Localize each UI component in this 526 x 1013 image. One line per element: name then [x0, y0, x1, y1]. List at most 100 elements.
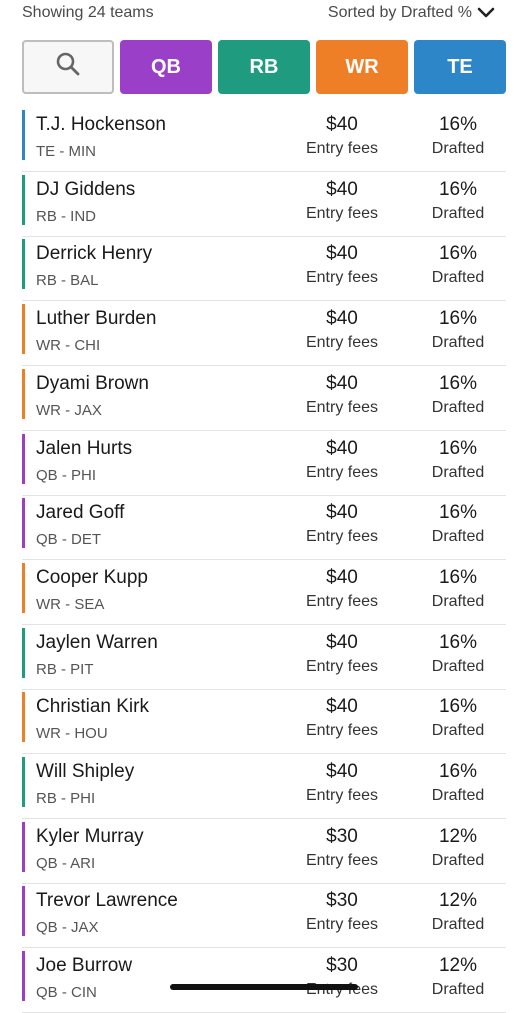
player-team: QB - DET: [36, 531, 102, 549]
player-team: WR - HOU: [36, 725, 108, 743]
drafted-label: Drafted: [431, 528, 485, 546]
search-icon: [55, 51, 81, 83]
drafted-label: Drafted: [431, 916, 485, 934]
drafted-percent: 12%: [438, 825, 478, 847]
drafted-label: Drafted: [431, 140, 485, 157]
drafted-percent: 16%: [438, 372, 478, 394]
position-color-bar: [22, 304, 25, 355]
player-row[interactable]: Will Shipley RB - PHI $40 Entry fees 16% Draf…: [22, 755, 506, 819]
list-header: Showing 24 teams Sorted by Drafted %: [0, 0, 526, 30]
player-row[interactable]: Joe BurrowQB - CIN$30Entry fees12%Drafte…: [22, 949, 506, 1013]
player-name: Cooper Kupp: [36, 566, 148, 588]
drafted-percent: 16%: [438, 696, 478, 718]
player-team: WR - SEA: [36, 595, 105, 613]
filter-wr-button[interactable]: WR: [316, 40, 408, 94]
drafted-percent: 16%: [438, 437, 478, 459]
drafted-percent: 16%: [438, 243, 478, 265]
drafted-label: Drafted: [431, 722, 485, 740]
drafted-percent: 12%: [438, 955, 478, 977]
entry-fee-label: Entry fees: [305, 592, 379, 610]
position-color-bar: [22, 174, 25, 225]
filter-qb-button[interactable]: QB: [120, 40, 212, 94]
entry-fee-label: Entry fees: [305, 334, 379, 352]
entry-fee-label: Entry fees: [305, 463, 379, 481]
drafted-label: Drafted: [431, 787, 485, 804]
player-team: TE - MIN: [36, 143, 96, 160]
player-row[interactable]: Jaylen Warren RB - PIT $40 Entry fees 16% Dra…: [22, 626, 506, 690]
player-row[interactable]: Jared Goff QB - DET $40 Entry fees 16% Drafte…: [22, 496, 506, 561]
player-row[interactable]: Christian Kirk WR - HOU $40 Entry fees 16% Dr…: [22, 690, 506, 755]
player-row[interactable]: Dyami Brown WR - JAX $40 Entry fees 16% Draft…: [22, 367, 506, 431]
player-row[interactable]: Luther Burden WR - CHI $40 Entry fees 16% Dra…: [22, 302, 506, 367]
player-name: Jalen Hurts: [36, 437, 133, 459]
position-color-bar: [22, 951, 25, 1002]
player-team: RB - IND: [36, 207, 96, 225]
position-color-bar: [22, 498, 25, 549]
position-color-bar: [22, 110, 25, 160]
player-row[interactable]: Cooper Kupp WR - SEA $40 Entry fees 16% Draft…: [22, 561, 506, 625]
filter-rb-button[interactable]: RB: [218, 40, 310, 94]
entry-fee-value: $40: [326, 308, 358, 330]
drafted-label: Drafted: [431, 592, 485, 610]
player-name: Derrick Henry: [36, 243, 153, 265]
entry-fee-label: Entry fees: [305, 398, 379, 416]
player-name: Joe Burrow: [36, 955, 133, 977]
position-color-bar: [22, 886, 25, 937]
entry-fee-label: Entry fees: [305, 528, 379, 546]
player-name: Luther Burden: [36, 308, 157, 330]
player-team: QB - JAX: [36, 919, 99, 937]
entry-fee-value: $40: [326, 178, 358, 200]
entry-fee-value: $40: [326, 437, 358, 459]
drafted-percent: 16%: [438, 761, 478, 782]
entry-fee-label: Entry fees: [305, 269, 379, 287]
player-row[interactable]: DJ Giddens RB - IND $40 Entry fees 16% Drafte…: [22, 173, 506, 237]
entry-fee-value: $40: [326, 243, 358, 265]
entry-fee-value: $40: [326, 696, 358, 718]
entry-fee-label: Entry fees: [305, 916, 379, 934]
position-color-bar: [22, 692, 25, 743]
player-team: QB - CIN: [36, 984, 97, 1002]
position-color-bar: [22, 239, 25, 290]
position-color-bar: [22, 627, 25, 678]
player-name: Kyler Murray: [36, 825, 144, 847]
player-row[interactable]: Kyler Murray QB - ARI $30 Entry fees 12% Draf…: [22, 820, 506, 884]
position-color-bar: [22, 821, 25, 872]
search-button[interactable]: [22, 40, 114, 94]
drafted-label: Drafted: [431, 398, 485, 416]
sort-label[interactable]: Sorted by Drafted %: [328, 4, 472, 22]
drafted-label: Drafted: [431, 463, 485, 481]
entry-fee-label: Entry fees: [305, 657, 379, 675]
player-name: DJ Giddens: [36, 178, 136, 200]
player-team: RB - PIT: [36, 660, 94, 678]
entry-fee-value: $40: [326, 502, 358, 524]
home-indicator: [170, 984, 358, 990]
drafted-percent: 16%: [438, 308, 478, 330]
player-row[interactable]: Trevor Lawrence QB - JAX $30 Entry fees 12% D…: [22, 884, 506, 949]
player-team: RB - BAL: [36, 272, 99, 290]
entry-fee-label: Entry fees: [305, 722, 379, 740]
position-color-bar: [22, 433, 25, 484]
drafted-percent: 16%: [438, 566, 478, 588]
player-team: QB - PHI: [36, 466, 97, 484]
player-name: Christian Kirk: [36, 696, 149, 718]
drafted-label: Drafted: [431, 657, 485, 675]
player-row[interactable]: T.J. Hockenson TE - MIN $40 Entry fees 16% Dr…: [22, 108, 506, 172]
drafted-percent: 16%: [438, 502, 478, 524]
player-team: QB - ARI: [36, 854, 96, 872]
drafted-label: Drafted: [431, 269, 485, 287]
chevron-down-icon[interactable]: [476, 4, 496, 22]
drafted-label: Drafted: [431, 851, 485, 869]
player-name: Will Shipley: [36, 761, 135, 782]
drafted-percent: 12%: [438, 890, 478, 912]
player-row[interactable]: Derrick Henry RB - BAL $40 Entry fees 16% Dra…: [22, 237, 506, 302]
position-color-bar: [22, 368, 25, 419]
entry-fee-label: Entry fees: [305, 204, 379, 222]
entry-fee-label: Entry fees: [305, 140, 379, 157]
player-name: Jared Goff: [36, 502, 125, 524]
entry-fee-value: $30: [326, 890, 358, 912]
player-name: Dyami Brown: [36, 372, 149, 394]
player-name: Jaylen Warren: [36, 631, 158, 653]
player-team: WR - CHI: [36, 337, 101, 355]
player-row[interactable]: Jalen Hurts QB - PHI $40 Entry fees 16% Draft…: [22, 432, 506, 496]
filter-te-button[interactable]: TE: [414, 40, 506, 94]
